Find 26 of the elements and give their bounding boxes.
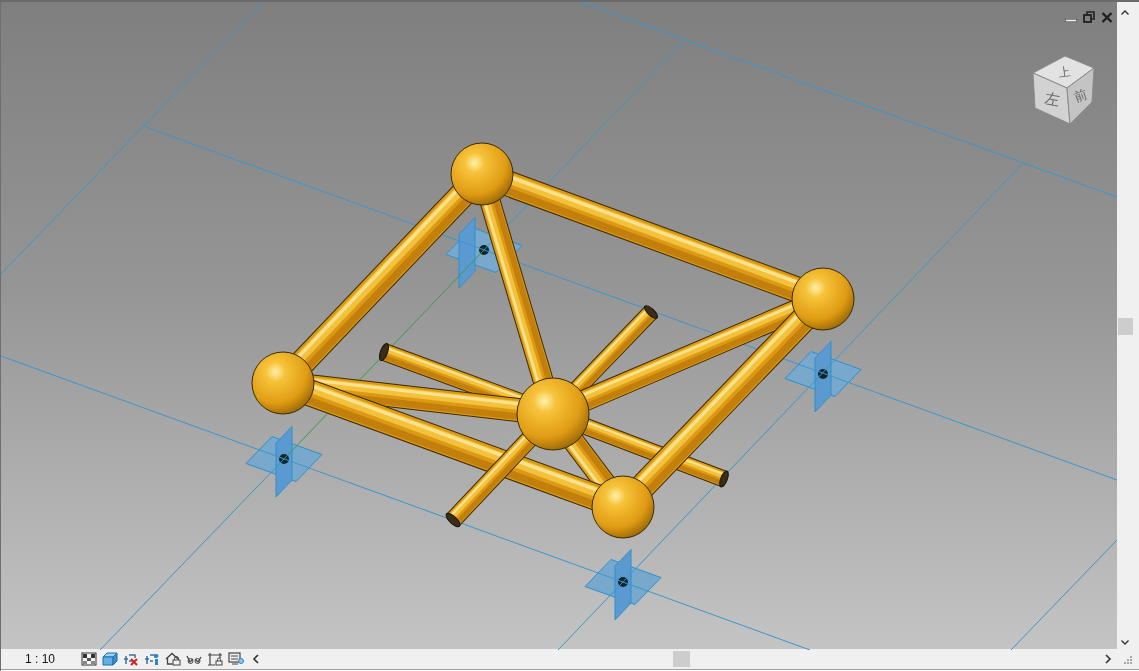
chevron-down-icon[interactable]: [1121, 640, 1129, 645]
chevron-right-icon[interactable]: [1104, 654, 1112, 664]
scrollbar-thumb[interactable]: [673, 651, 690, 667]
screen-icon[interactable]: [228, 652, 244, 666]
crop-lock-icon[interactable]: [207, 652, 223, 666]
restore-button[interactable]: [1082, 10, 1096, 24]
crossed-blocks-icon[interactable]: [123, 652, 139, 666]
vertical-scrollbar[interactable]: [1117, 2, 1139, 649]
sphere-node: [251, 351, 315, 415]
sphere-node: [791, 267, 855, 331]
sphere-node: [591, 475, 655, 539]
view-scale[interactable]: 1 : 10: [25, 652, 56, 666]
sphere-node: [450, 142, 514, 206]
close-icon: [1101, 11, 1113, 23]
close-button[interactable]: [1100, 10, 1114, 24]
view-cube[interactable]: 上 左 前: [1032, 55, 1095, 125]
chevron-left-icon[interactable]: [251, 654, 259, 664]
cube-icon[interactable]: [102, 652, 118, 666]
house-lock-icon[interactable]: [165, 652, 181, 666]
scrollbar-thumb[interactable]: [1118, 318, 1133, 335]
restore-icon: [1083, 11, 1095, 23]
minimize-icon: [1065, 19, 1077, 22]
blocks-person-icon[interactable]: [144, 652, 160, 666]
resize-grip-icon[interactable]: [1122, 654, 1132, 664]
checkered-square-icon[interactable]: [81, 652, 97, 666]
chevron-up-icon[interactable]: [1121, 10, 1129, 15]
